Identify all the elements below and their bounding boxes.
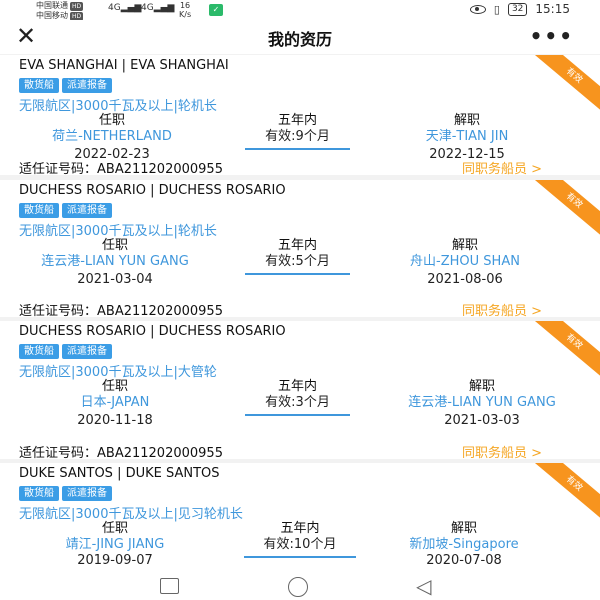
end-column: 解职 天津-TIAN JIN 2022-12-15 bbox=[382, 113, 552, 162]
five-year-label: 五年内 bbox=[277, 113, 317, 128]
start-label: 任职 bbox=[101, 379, 128, 394]
end-place: 天津-TIAN JIN bbox=[425, 129, 509, 144]
route-position: 无限航区|3000千瓦及以上|轮机长 bbox=[19, 99, 217, 114]
certificate-number: 适任证号码：ABA211202000955 bbox=[19, 304, 223, 317]
ship-name: EVA SHANGHAI | EVA SHANGHAI bbox=[19, 58, 229, 73]
eye-icon bbox=[469, 4, 486, 14]
title-bar: ✕ 我的资历 ••• bbox=[0, 20, 600, 54]
five-year-label: 五年内 bbox=[280, 521, 320, 536]
route-position: 无限航区|3000千瓦及以上|大管轮 bbox=[19, 365, 217, 380]
end-place: 新加坡-Singapore bbox=[409, 537, 519, 552]
validity-underline bbox=[244, 556, 356, 558]
system-nav-bar: ◁ bbox=[0, 570, 600, 600]
qualification-card[interactable]: 有效 EVA SHANGHAI | EVA SHANGHAI 散货船 派遣报备 … bbox=[0, 55, 600, 175]
ship-type-tag: 散货船 bbox=[19, 486, 59, 501]
end-place: 连云港-LIAN YUN GANG bbox=[408, 395, 556, 410]
validity-underline bbox=[245, 148, 350, 150]
end-label: 解职 bbox=[468, 379, 495, 394]
end-date: 2021-03-03 bbox=[444, 413, 520, 428]
hd-badge: HD bbox=[70, 2, 84, 11]
validity-underline bbox=[245, 414, 350, 416]
start-label: 任职 bbox=[98, 113, 125, 128]
validity-value: 有效:5个月 bbox=[265, 254, 330, 269]
start-place: 荷兰-NETHERLAND bbox=[52, 129, 172, 144]
validity-column: 五年内 有效:9个月 bbox=[240, 113, 355, 150]
valid-ribbon: 有效 bbox=[522, 321, 600, 388]
start-column: 任职 荷兰-NETHERLAND 2022-02-23 bbox=[14, 113, 210, 162]
signal-icon: 4G▂▄▆ bbox=[108, 3, 142, 13]
route-position: 无限航区|3000千瓦及以上|见习轮机长 bbox=[19, 507, 243, 522]
page-title: 我的资历 bbox=[267, 30, 332, 49]
end-column: 解职 连云港-LIAN YUN GANG 2021-03-03 bbox=[392, 379, 572, 428]
start-date: 2019-09-07 bbox=[77, 553, 153, 568]
vibrate-icon: ▯ bbox=[493, 2, 500, 16]
battery-icon: 32 bbox=[507, 2, 528, 16]
dispatch-tag: 派遣报备 bbox=[62, 78, 112, 93]
clock: 15:15 bbox=[535, 2, 570, 16]
ship-type-tag: 散货船 bbox=[19, 203, 59, 218]
same-position-crew-link[interactable]: 同职务船员 > bbox=[462, 300, 542, 317]
qualification-list: 有效 EVA SHANGHAI | EVA SHANGHAI 散货船 派遣报备 … bbox=[0, 55, 600, 570]
more-icon[interactable]: ••• bbox=[530, 24, 574, 48]
valid-ribbon: 有效 bbox=[522, 180, 600, 247]
dispatch-tag: 派遣报备 bbox=[62, 486, 112, 501]
five-year-label: 五年内 bbox=[277, 379, 317, 394]
home-icon[interactable] bbox=[288, 577, 308, 597]
valid-ribbon: 有效 bbox=[522, 55, 600, 122]
start-date: 2020-11-18 bbox=[77, 413, 153, 428]
dispatch-tag: 派遣报备 bbox=[62, 203, 112, 218]
start-column: 任职 靖江-JING JIANG 2019-09-07 bbox=[40, 521, 190, 568]
same-position-crew-link[interactable]: 同职务船员 > bbox=[462, 442, 542, 459]
ship-type-tag: 散货船 bbox=[19, 344, 59, 359]
ship-name: DUKE SANTOS | DUKE SANTOS bbox=[19, 466, 220, 481]
certificate-number: 适任证号码：ABA211202000955 bbox=[19, 446, 223, 459]
end-column: 解职 舟山-ZHOU SHAN 2021-08-06 bbox=[370, 238, 560, 287]
qualification-card[interactable]: 有效 DUCHESS ROSARIO | DUCHESS ROSARIO 散货船… bbox=[0, 180, 600, 317]
validity-underline bbox=[245, 273, 350, 275]
start-label: 任职 bbox=[101, 238, 128, 253]
end-column: 解职 新加坡-Singapore 2020-07-08 bbox=[374, 521, 554, 568]
end-label: 解职 bbox=[451, 238, 478, 253]
carrier-2: 中国移动 bbox=[36, 11, 68, 20]
carrier-1: 中国联通 bbox=[36, 1, 68, 10]
end-place: 舟山-ZHOU SHAN bbox=[410, 254, 520, 269]
valid-ribbon: 有效 bbox=[522, 463, 600, 530]
start-place: 连云港-LIAN YUN GANG bbox=[41, 254, 189, 269]
ship-name: DUCHESS ROSARIO | DUCHESS ROSARIO bbox=[19, 324, 286, 339]
start-place: 靖江-JING JIANG bbox=[65, 537, 165, 552]
validity-column: 五年内 有效:3个月 bbox=[240, 379, 355, 416]
end-date: 2021-08-06 bbox=[427, 272, 503, 287]
route-position: 无限航区|3000千瓦及以上|轮机长 bbox=[19, 224, 217, 239]
end-label: 解职 bbox=[450, 521, 477, 536]
start-column: 任职 日本-JAPAN 2020-11-18 bbox=[50, 379, 180, 428]
qualification-card[interactable]: 有效 DUKE SANTOS | DUKE SANTOS 散货船 派遣报备 无限… bbox=[0, 463, 600, 570]
validity-value: 有效:9个月 bbox=[265, 129, 330, 144]
end-date: 2020-07-08 bbox=[426, 553, 502, 568]
wechat-notification-icon: ✓ bbox=[209, 4, 223, 16]
validity-column: 五年内 有效:10个月 bbox=[240, 521, 360, 558]
ship-type-tag: 散货船 bbox=[19, 78, 59, 93]
network-speed: 16 K/s bbox=[179, 1, 192, 19]
status-bar: 中国联通 HD 中国移动 HD 4G▂▄▆ 4G▂▄▆ 16 K/s ✓ ▯ 32 … bbox=[0, 0, 600, 21]
certificate-number: 适任证号码：ABA211202000955 bbox=[19, 162, 223, 175]
dispatch-tag: 派遣报备 bbox=[62, 344, 112, 359]
validity-column: 五年内 有效:5个月 bbox=[240, 238, 355, 275]
ship-name: DUCHESS ROSARIO | DUCHESS ROSARIO bbox=[19, 183, 286, 198]
start-label: 任职 bbox=[101, 521, 128, 536]
validity-value: 有效:10个月 bbox=[263, 537, 337, 552]
back-icon[interactable]: ◁ bbox=[416, 576, 431, 596]
start-column: 任职 连云港-LIAN YUN GANG 2021-03-04 bbox=[40, 238, 190, 287]
end-label: 解职 bbox=[453, 113, 480, 128]
qualification-card[interactable]: 有效 DUCHESS ROSARIO | DUCHESS ROSARIO 散货船… bbox=[0, 321, 600, 459]
five-year-label: 五年内 bbox=[277, 238, 317, 253]
validity-value: 有效:3个月 bbox=[265, 395, 330, 410]
start-place: 日本-JAPAN bbox=[80, 395, 150, 410]
recent-apps-icon[interactable] bbox=[160, 578, 179, 594]
same-position-crew-link[interactable]: 同职务船员 > bbox=[462, 158, 542, 175]
start-date: 2021-03-04 bbox=[77, 272, 153, 287]
carrier-info: 中国联通 HD 中国移动 HD bbox=[36, 1, 84, 21]
signal-icon: 4G▂▄▆ bbox=[141, 3, 175, 13]
